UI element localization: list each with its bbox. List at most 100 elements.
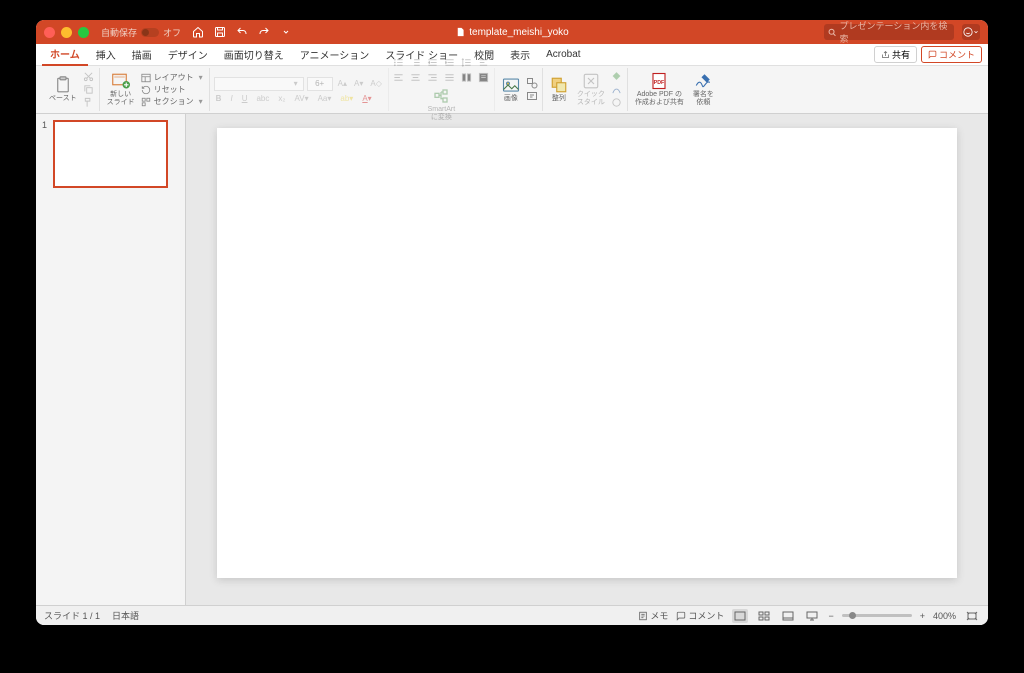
slide-canvas[interactable]	[217, 128, 957, 578]
share-button[interactable]: 共有	[874, 46, 917, 63]
paste-button[interactable]: ペースト	[46, 75, 80, 104]
workspace: 1	[36, 114, 988, 605]
justify-button[interactable]	[444, 72, 456, 84]
decrease-font-button[interactable]: A▾	[352, 79, 365, 88]
reset-button[interactable]: リセット	[141, 84, 205, 95]
group-drawing: 整列 クイック スタイル	[543, 68, 628, 111]
home-icon[interactable]	[191, 25, 205, 39]
clear-format-button[interactable]: A◇	[368, 79, 384, 88]
close-window[interactable]	[44, 27, 55, 38]
new-slide-button[interactable]: 新しい スライド	[104, 71, 138, 107]
textbox-button[interactable]	[526, 90, 538, 102]
numbering-button[interactable]	[410, 57, 422, 69]
zoom-slider[interactable]	[842, 614, 912, 617]
shape-fill-button[interactable]	[611, 71, 623, 83]
slide-number: 1	[42, 120, 50, 188]
subscript-button[interactable]: x₂	[276, 94, 287, 103]
shape-effects-button[interactable]	[611, 97, 623, 109]
group-clipboard: ペースト	[42, 68, 100, 111]
layout-button[interactable]: レイアウト▾	[141, 72, 205, 83]
autosave-state: オフ	[163, 26, 181, 39]
tab-transitions[interactable]: 画面切り替え	[216, 44, 292, 65]
align-center-button[interactable]	[410, 72, 422, 84]
shape-outline-button[interactable]	[611, 84, 623, 96]
spacing-button[interactable]: AV▾	[292, 94, 310, 103]
font-size-input[interactable]: 6+	[307, 77, 333, 91]
align-left-button[interactable]	[393, 72, 405, 84]
file-icon	[455, 26, 465, 38]
format-painter-icon[interactable]	[83, 97, 95, 109]
highlight-button[interactable]: ab▾	[338, 94, 355, 103]
slide-thumbnail[interactable]: 1	[42, 120, 179, 188]
tab-animations[interactable]: アニメーション	[292, 44, 378, 65]
undo-icon[interactable]	[235, 25, 249, 39]
comment-icon	[928, 50, 937, 59]
save-icon[interactable]	[213, 25, 227, 39]
copy-icon[interactable]	[83, 84, 95, 96]
align-right-button[interactable]	[427, 72, 439, 84]
autosave-switch[interactable]	[141, 28, 159, 37]
minimize-window[interactable]	[61, 27, 72, 38]
increase-font-button[interactable]: A▴	[336, 79, 349, 88]
bullets-button[interactable]	[393, 57, 405, 69]
canvas-area[interactable]	[186, 114, 988, 605]
underline-button[interactable]: U	[240, 94, 250, 103]
redo-icon[interactable]	[257, 25, 271, 39]
tab-insert[interactable]: 挿入	[88, 44, 124, 65]
slide-thumbnail-panel[interactable]: 1	[36, 114, 186, 605]
comments-status-button[interactable]: コメント	[676, 609, 724, 622]
sorter-view-button[interactable]	[756, 609, 772, 623]
bold-button[interactable]: B	[214, 94, 224, 103]
align-text-button[interactable]	[478, 72, 490, 84]
zoom-value[interactable]: 400%	[933, 611, 956, 621]
fit-window-button[interactable]	[964, 609, 980, 623]
shapes-button[interactable]	[526, 77, 538, 89]
chevron-down-icon[interactable]	[279, 25, 293, 39]
cut-icon[interactable]	[83, 71, 95, 83]
section-button[interactable]: セクション▾	[141, 96, 205, 107]
columns-button[interactable]	[461, 72, 473, 84]
indent-inc-button[interactable]	[444, 57, 456, 69]
smartart-button[interactable]: SmartArt に変換	[425, 86, 459, 122]
language-indicator[interactable]: 日本語	[112, 609, 139, 622]
comment-icon	[676, 611, 686, 621]
tab-view[interactable]: 表示	[502, 44, 538, 65]
title-bar: 自動保存 オフ template_meishi_yoko プレゼンテーション内を…	[36, 20, 988, 44]
clipboard-icon	[54, 76, 72, 94]
tab-home[interactable]: ホーム	[42, 43, 88, 66]
group-adobe: PDF Adobe PDF の 作成および共有 署名を 依頼	[628, 68, 721, 111]
thumbnail-preview[interactable]	[53, 120, 168, 188]
font-color-button[interactable]: A▾	[360, 94, 373, 103]
normal-view-button[interactable]	[732, 609, 748, 623]
reading-view-button[interactable]	[780, 609, 796, 623]
change-case-button[interactable]: Aa▾	[316, 94, 334, 103]
signature-icon	[694, 72, 712, 90]
notes-button[interactable]: メモ	[638, 609, 668, 622]
text-direction-button[interactable]	[478, 57, 490, 69]
maximize-window[interactable]	[78, 27, 89, 38]
indent-dec-button[interactable]	[427, 57, 439, 69]
adobe-pdf-button[interactable]: PDF Adobe PDF の 作成および共有	[632, 71, 687, 107]
tab-acrobat[interactable]: Acrobat	[538, 46, 588, 63]
slideshow-view-button[interactable]	[804, 609, 820, 623]
share-icon	[881, 50, 890, 59]
arrange-button[interactable]: 整列	[547, 75, 571, 104]
quick-styles-button[interactable]: クイック スタイル	[574, 71, 608, 107]
account-button[interactable]	[962, 24, 980, 40]
picture-button[interactable]: 画像	[499, 75, 523, 104]
zoom-in-button[interactable]: +	[920, 611, 925, 621]
zoom-out-button[interactable]: −	[828, 611, 833, 621]
signature-button[interactable]: 署名を 依頼	[690, 71, 717, 107]
line-spacing-button[interactable]	[461, 57, 473, 69]
strike-button[interactable]: abc	[254, 94, 271, 103]
search-input[interactable]: プレゼンテーション内を検索	[824, 24, 954, 40]
document-title: template_meishi_yoko	[455, 26, 569, 38]
comments-button[interactable]: コメント	[921, 46, 982, 63]
tab-design[interactable]: デザイン	[160, 44, 216, 65]
pdf-icon: PDF	[650, 72, 668, 90]
italic-button[interactable]: I	[228, 94, 234, 103]
autosave-toggle[interactable]: 自動保存 オフ	[101, 26, 181, 39]
group-slides: 新しい スライド レイアウト▾ リセット セクション▾	[100, 68, 210, 111]
font-family-input[interactable]: ▾	[214, 77, 304, 91]
tab-draw[interactable]: 描画	[124, 44, 160, 65]
